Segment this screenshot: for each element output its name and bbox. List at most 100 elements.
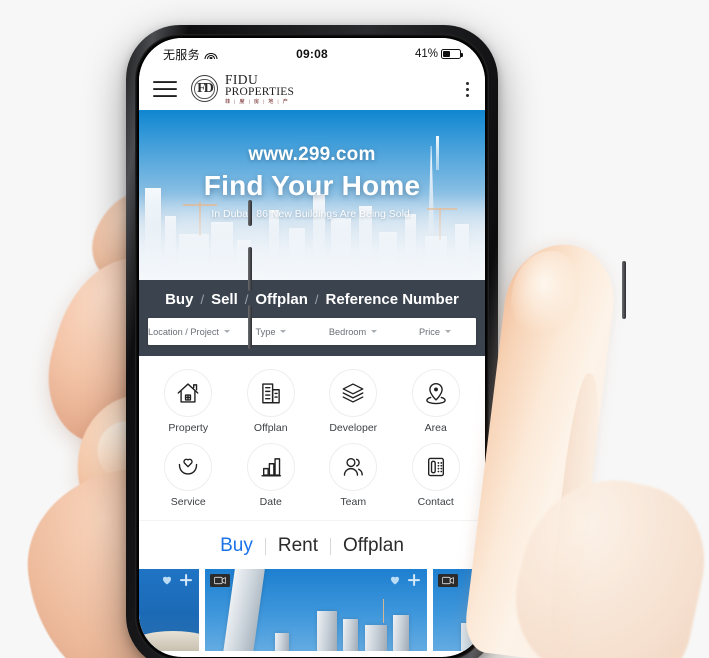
house-icon	[177, 383, 199, 403]
tab-divider	[329, 537, 331, 555]
filter-location[interactable]: Location / Project	[148, 327, 230, 337]
tab-offplan[interactable]: Offplan	[343, 535, 404, 557]
logo-monogram-text: FD	[197, 80, 214, 96]
search-tab-sell[interactable]: Sell	[211, 291, 238, 308]
plus-icon[interactable]	[408, 574, 420, 586]
kebab-menu-icon[interactable]	[466, 81, 469, 97]
quick-link-circle	[329, 369, 378, 417]
listing-photo-tower	[393, 615, 409, 651]
quick-link-circle	[164, 443, 213, 491]
app-bar: FD FIDU PROPERTIES 菲 | 度 | 房 | 地 | 产	[139, 68, 485, 110]
hamburger-menu-icon[interactable]	[153, 80, 177, 98]
quick-link-label: Area	[424, 422, 447, 434]
quick-link-label: Offplan	[253, 422, 288, 434]
filter-price[interactable]: Price	[394, 327, 476, 337]
listing-card[interactable]	[205, 569, 427, 651]
brand-logo[interactable]: FD FIDU PROPERTIES 菲 | 度 | 房 | 地 | 产	[191, 73, 294, 106]
quick-link-area[interactable]: Area	[395, 369, 478, 434]
hero-subline: In Dubai, 86 New Buildings Are Being Sol…	[211, 208, 413, 220]
quick-link-developer[interactable]: Developer	[312, 369, 395, 434]
listing-photo-tower	[365, 625, 387, 651]
phone-bezel: 无服务 09:08 41% FD FIDU PROPERTIES 菲 | 度 |…	[135, 34, 489, 658]
listing-photo-tower	[343, 619, 358, 651]
video-camera-icon	[213, 576, 226, 585]
status-time: 09:08	[296, 47, 328, 61]
heart-icon[interactable]	[389, 574, 401, 586]
bar-chart-icon	[261, 458, 281, 477]
status-bar: 无服务 09:08 41%	[139, 38, 485, 68]
quick-link-label: Date	[259, 496, 282, 508]
chevron-down-icon	[444, 330, 451, 333]
search-tab-offplan[interactable]: Offplan	[255, 291, 308, 308]
tab-divider	[264, 537, 266, 555]
listing-card[interactable]	[139, 569, 199, 651]
quick-link-circle	[246, 443, 295, 491]
listing-actions	[161, 574, 192, 586]
video-badge[interactable]	[210, 574, 230, 587]
quick-link-label: Property	[168, 422, 209, 434]
tab-buy[interactable]: Buy	[220, 535, 253, 557]
search-tab-buy[interactable]: Buy	[165, 291, 193, 308]
quick-link-label: Contact	[417, 496, 454, 508]
quick-link-contact[interactable]: Contact	[395, 443, 478, 508]
smartphone-device: 无服务 09:08 41% FD FIDU PROPERTIES 菲 | 度 |…	[126, 25, 626, 658]
buildings-icon	[261, 383, 280, 404]
tab-separator: /	[314, 291, 319, 307]
quick-link-circle	[329, 443, 378, 491]
filter-location-label: Location / Project	[148, 326, 219, 337]
listing-photo-tower	[275, 633, 289, 651]
quick-link-label: Service	[170, 496, 206, 508]
listing-photo-tower	[461, 623, 483, 651]
quick-link-circle	[411, 369, 460, 417]
tab-separator: /	[244, 291, 249, 307]
palm-right	[501, 463, 709, 658]
battery-icon	[441, 49, 464, 59]
logo-line-3: 菲 | 度 | 房 | 地 | 产	[225, 99, 290, 106]
hero-banner: www.299.com Find Your Home In Dubai, 86 …	[139, 110, 485, 280]
listing-card-strip[interactable]	[139, 569, 485, 651]
quick-link-date[interactable]: Date	[230, 443, 313, 508]
volume-up-button[interactable]	[248, 247, 252, 291]
quick-link-circle	[246, 369, 295, 417]
telephone-icon	[427, 457, 444, 477]
video-camera-icon	[441, 576, 454, 585]
listing-photo-island	[139, 631, 199, 651]
filter-bedroom[interactable]: Bedroom	[312, 327, 394, 337]
logo-line-2: PROPERTIES	[225, 86, 295, 99]
power-button[interactable]	[622, 261, 626, 319]
mute-switch[interactable]	[248, 200, 252, 226]
layers-icon	[342, 383, 364, 403]
video-badge[interactable]	[438, 574, 458, 587]
heart-in-hands-icon	[179, 458, 198, 475]
search-filter-bar: Location / Project Type Bedroom Price	[148, 318, 476, 345]
listing-photo-tower	[317, 611, 337, 651]
volume-down-button[interactable]	[248, 305, 252, 349]
tab-rent[interactable]: Rent	[278, 535, 318, 557]
quick-link-team[interactable]: Team	[312, 443, 395, 508]
people-icon	[344, 457, 364, 476]
search-tabs: Buy / Sell / Offplan / Reference Number	[139, 280, 485, 318]
logo-monogram-icon: FD	[191, 75, 218, 103]
chevron-down-icon	[371, 330, 378, 333]
heart-icon[interactable]	[161, 574, 173, 586]
hero-headline: Find Your Home	[203, 170, 421, 201]
filter-type[interactable]: Type	[230, 327, 312, 337]
listing-card[interactable]	[433, 569, 485, 651]
filter-type-label: Type	[255, 326, 276, 337]
quick-link-service[interactable]: Service	[147, 443, 230, 508]
filter-price-label: Price	[419, 326, 440, 337]
filter-bedroom-label: Bedroom	[328, 326, 367, 337]
quick-link-offplan[interactable]: Offplan	[230, 369, 313, 434]
quick-links-grid: Property Offplan Developer Area Service …	[139, 356, 485, 520]
logo-line-1: FIDU	[225, 71, 259, 87]
search-tab-reference[interactable]: Reference Number	[326, 291, 459, 308]
hero-text-block: www.299.com Find Your Home In Dubai, 86 …	[139, 144, 485, 220]
quick-link-property[interactable]: Property	[147, 369, 230, 434]
quick-link-circle	[411, 443, 460, 491]
hero-url: www.299.com	[248, 144, 376, 165]
plus-icon[interactable]	[180, 574, 192, 586]
search-section: Buy / Sell / Offplan / Reference Number …	[139, 280, 485, 356]
phone-screen: 无服务 09:08 41% FD FIDU PROPERTIES 菲 | 度 |…	[139, 38, 485, 657]
map-pin-icon	[425, 382, 446, 405]
chevron-down-icon	[280, 330, 287, 333]
